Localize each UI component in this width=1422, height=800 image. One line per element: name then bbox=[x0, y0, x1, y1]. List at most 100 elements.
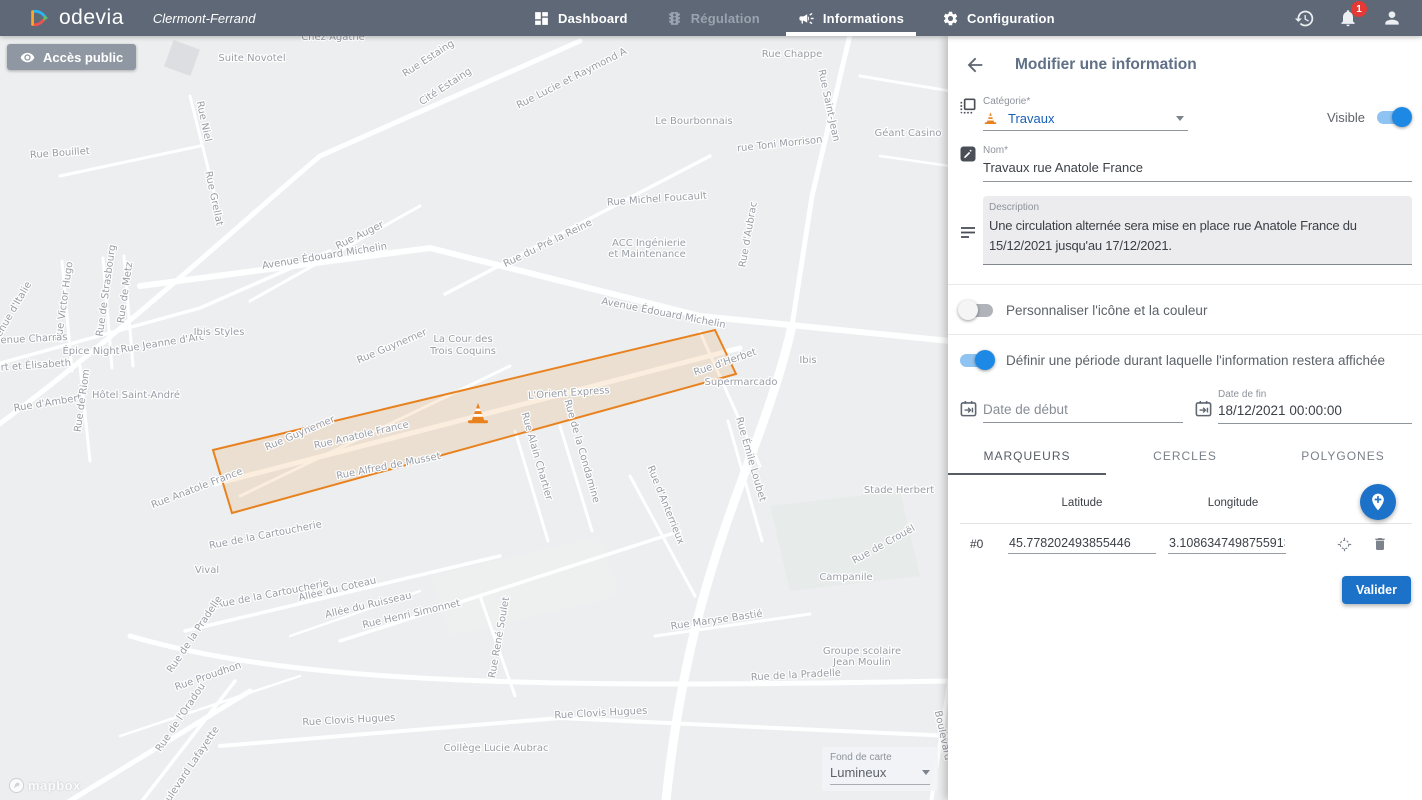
customize-icon-toggle[interactable] bbox=[960, 304, 993, 317]
basemap-selected-value: Lumineux bbox=[830, 765, 886, 780]
nav-tab-configuration[interactable]: Configuration bbox=[942, 0, 1055, 36]
tab-cercles[interactable]: CERCLES bbox=[1106, 438, 1264, 475]
mapbox-logo[interactable]: mapbox bbox=[8, 777, 81, 794]
description-field-label: Description bbox=[989, 202, 1406, 213]
locate-marker-button[interactable] bbox=[1334, 534, 1354, 554]
edit-information-panel: Modifier une information Catégorie* Trav… bbox=[948, 36, 1422, 800]
nav-tab-informations[interactable]: Informations bbox=[798, 0, 904, 36]
dates-row: Date de fin bbox=[948, 389, 1422, 424]
divider bbox=[948, 334, 1422, 335]
name-field[interactable]: Nom* Travaux rue Anatole France bbox=[983, 145, 1412, 182]
category-selected-value: Travaux bbox=[1008, 111, 1054, 126]
delete-marker-button[interactable] bbox=[1370, 534, 1390, 554]
tab-polygones[interactable]: POLYGONES bbox=[1264, 438, 1422, 475]
user-button[interactable] bbox=[1380, 6, 1404, 30]
visible-group: Visible bbox=[1327, 96, 1412, 125]
nav-tabs: Dashboard Régulation Informations Config… bbox=[533, 0, 1055, 36]
map-street-label: Trois Coquins bbox=[429, 346, 496, 357]
map-street-label: Le Bourbonnais bbox=[655, 116, 732, 127]
map-street-label: Campanile bbox=[819, 572, 872, 583]
customize-icon-toggle-label: Personnaliser l'icône et la couleur bbox=[1006, 303, 1207, 318]
history-button[interactable] bbox=[1292, 6, 1316, 30]
map-street-label: Géant Casino bbox=[874, 127, 941, 139]
gear-icon bbox=[942, 10, 959, 27]
description-value: Une circulation alternée sera mise en pl… bbox=[989, 216, 1406, 256]
nav-actions: 1 bbox=[1292, 0, 1404, 36]
nav-tab-label: Régulation bbox=[691, 11, 760, 26]
notes-icon bbox=[958, 222, 978, 242]
nav-tab-label: Configuration bbox=[967, 11, 1055, 26]
calendar-end-icon bbox=[1193, 399, 1213, 418]
top-navbar: odevia Clermont-Ferrand Dashboard Régula… bbox=[0, 0, 1422, 36]
basemap-caret-icon bbox=[922, 770, 930, 775]
map-street-label: et Maintenance bbox=[608, 249, 686, 260]
latitude-input[interactable] bbox=[1008, 534, 1156, 554]
map-street-label: Épice Night bbox=[62, 344, 119, 357]
submit-button[interactable]: Valider bbox=[1342, 576, 1411, 604]
map-street-label: Collège Lucie Aubrac bbox=[443, 742, 548, 754]
divider bbox=[948, 284, 1422, 285]
back-button[interactable] bbox=[962, 52, 988, 78]
date-end-field[interactable]: Date de fin bbox=[1218, 389, 1412, 424]
map-street-label: Supermarcado bbox=[705, 377, 778, 388]
category-field-label: Catégorie* bbox=[983, 96, 1188, 107]
map-street-label: La Cour des bbox=[433, 334, 492, 345]
date-end-input[interactable] bbox=[1218, 400, 1412, 424]
page-title: Modifier une information bbox=[1015, 56, 1197, 74]
brand-name: odevia bbox=[59, 6, 124, 30]
map-street-label: Ibis Styles bbox=[194, 327, 245, 338]
longitude-column-header: Longitude bbox=[1168, 497, 1298, 509]
odevia-logo-icon bbox=[28, 7, 50, 29]
add-marker-button[interactable] bbox=[1360, 484, 1396, 520]
mapbox-icon bbox=[8, 777, 25, 794]
period-toggle[interactable] bbox=[960, 354, 993, 367]
map-canvas[interactable]: Suite NovotelChez AgatheRue EstaingCité … bbox=[0, 36, 948, 800]
longitude-input[interactable] bbox=[1168, 534, 1286, 554]
map-street-label: Chez Agathe bbox=[301, 36, 365, 43]
calendar-start-icon bbox=[958, 399, 978, 418]
category-row: Catégorie* Travaux Visible bbox=[948, 96, 1422, 131]
customize-icon-toggle-row: Personnaliser l'icône et la couleur bbox=[948, 297, 1422, 323]
nav-tab-label: Informations bbox=[823, 11, 904, 26]
map-street-label: Jean Moulin bbox=[832, 657, 891, 668]
description-field[interactable]: Description Une circulation alternée ser… bbox=[983, 196, 1412, 265]
city-label: Clermont-Ferrand bbox=[153, 11, 256, 26]
name-row: Nom* Travaux rue Anatole France bbox=[948, 145, 1422, 182]
map-street-label: Hôtel Saint-André bbox=[92, 389, 180, 401]
public-access-button[interactable]: Accès public bbox=[7, 44, 136, 70]
date-start-field[interactable] bbox=[983, 389, 1183, 423]
visible-toggle[interactable] bbox=[1377, 111, 1410, 124]
tab-marqueurs[interactable]: MARQUEURS bbox=[948, 438, 1106, 475]
notifications-button[interactable]: 1 bbox=[1336, 6, 1360, 30]
back-arrow-icon bbox=[964, 54, 986, 76]
map-street-label: Groupe scolaire bbox=[823, 646, 901, 657]
nav-tab-regulation[interactable]: Régulation bbox=[666, 0, 760, 36]
map-street-label: Rue Chappe bbox=[762, 49, 822, 60]
name-value: Travaux rue Anatole France bbox=[983, 156, 1412, 182]
markers-table-header: Latitude Longitude bbox=[948, 485, 1422, 521]
name-field-label: Nom* bbox=[983, 145, 1412, 156]
mapbox-wordmark: mapbox bbox=[28, 778, 81, 793]
crosshair-icon bbox=[1336, 536, 1353, 553]
nav-tab-label: Dashboard bbox=[558, 11, 628, 26]
category-field[interactable]: Catégorie* Travaux bbox=[983, 96, 1188, 131]
eye-icon bbox=[20, 50, 35, 65]
map-street-label: Vival bbox=[195, 565, 219, 576]
basemap-select[interactable]: Fond de carte Lumineux bbox=[822, 747, 938, 791]
public-access-label: Accès public bbox=[43, 50, 123, 65]
dashboard-icon bbox=[533, 10, 550, 27]
period-toggle-label: Définir une période durant laquelle l'in… bbox=[1006, 353, 1385, 368]
period-toggle-row: Définir une période durant laquelle l'in… bbox=[948, 347, 1422, 373]
cone-icon bbox=[983, 111, 998, 126]
category-caret-icon bbox=[1176, 116, 1184, 121]
nav-tab-dashboard[interactable]: Dashboard bbox=[533, 0, 628, 36]
visible-label: Visible bbox=[1327, 110, 1365, 125]
date-start-input[interactable] bbox=[983, 399, 1183, 423]
date-end-label: Date de fin bbox=[1218, 389, 1412, 400]
megaphone-icon bbox=[798, 10, 815, 27]
app-window: odevia Clermont-Ferrand Dashboard Régula… bbox=[0, 0, 1422, 800]
marker-table-row: #0 bbox=[948, 524, 1422, 564]
trash-icon bbox=[1372, 536, 1388, 552]
map-street-label: Suite Novotel bbox=[218, 53, 285, 64]
marker-index: #0 bbox=[970, 537, 1008, 551]
